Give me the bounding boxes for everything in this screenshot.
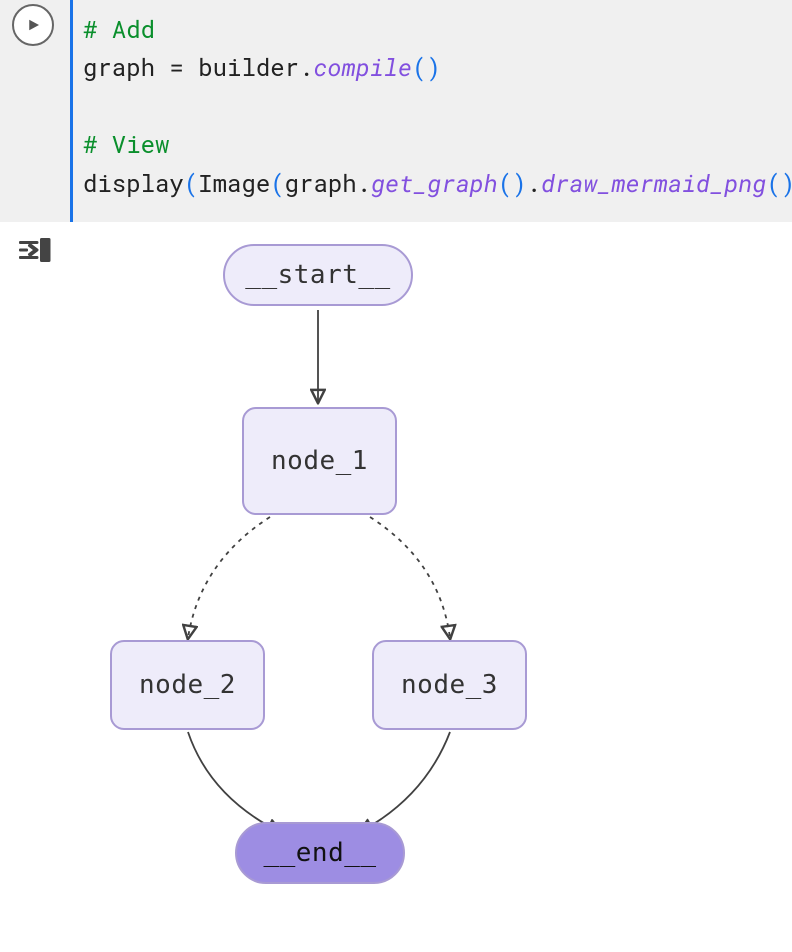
code-token: graph bbox=[285, 167, 357, 199]
code-comment: # Add bbox=[83, 13, 155, 45]
graph-node-start: __start__ bbox=[223, 244, 413, 306]
code-token: . bbox=[527, 167, 541, 199]
gutter bbox=[0, 0, 70, 222]
graph-node-3: node_3 bbox=[372, 640, 527, 730]
code-comment: # View bbox=[83, 128, 169, 160]
code-token: display bbox=[83, 167, 184, 199]
code-token: builder bbox=[198, 51, 299, 83]
code-editor[interactable]: # Add graph = builder.compile() # View d… bbox=[70, 0, 792, 222]
code-token: ( bbox=[184, 167, 198, 199]
output-toggle-icon[interactable] bbox=[16, 232, 52, 268]
code-token: () bbox=[498, 167, 527, 199]
output-row: __start__ node_1 node_2 node_3 __end__ bbox=[0, 222, 792, 932]
graph-node-end: __end__ bbox=[235, 822, 405, 884]
code-token: graph bbox=[83, 51, 155, 83]
code-token: () bbox=[766, 167, 792, 199]
code-cell: # Add graph = builder.compile() # View d… bbox=[0, 0, 792, 222]
run-button[interactable] bbox=[12, 4, 54, 46]
graph-node-1: node_1 bbox=[242, 407, 397, 515]
code-token: draw_mermaid_png bbox=[541, 167, 766, 199]
code-token: . bbox=[299, 51, 313, 83]
code-token: get_graph bbox=[371, 167, 498, 199]
code-token: compile bbox=[313, 51, 412, 83]
graph-node-2: node_2 bbox=[110, 640, 265, 730]
code-token: Image bbox=[198, 167, 270, 199]
play-icon bbox=[24, 16, 42, 34]
code-token: . bbox=[357, 167, 371, 199]
output-area: __start__ node_1 node_2 node_3 __end__ bbox=[70, 222, 792, 932]
code-token: () bbox=[412, 51, 441, 83]
graph-diagram: __start__ node_1 node_2 node_3 __end__ bbox=[80, 242, 580, 902]
output-gutter bbox=[0, 222, 70, 932]
code-token: = bbox=[155, 51, 198, 83]
graph-edges bbox=[80, 242, 580, 902]
code-token: ( bbox=[270, 167, 284, 199]
